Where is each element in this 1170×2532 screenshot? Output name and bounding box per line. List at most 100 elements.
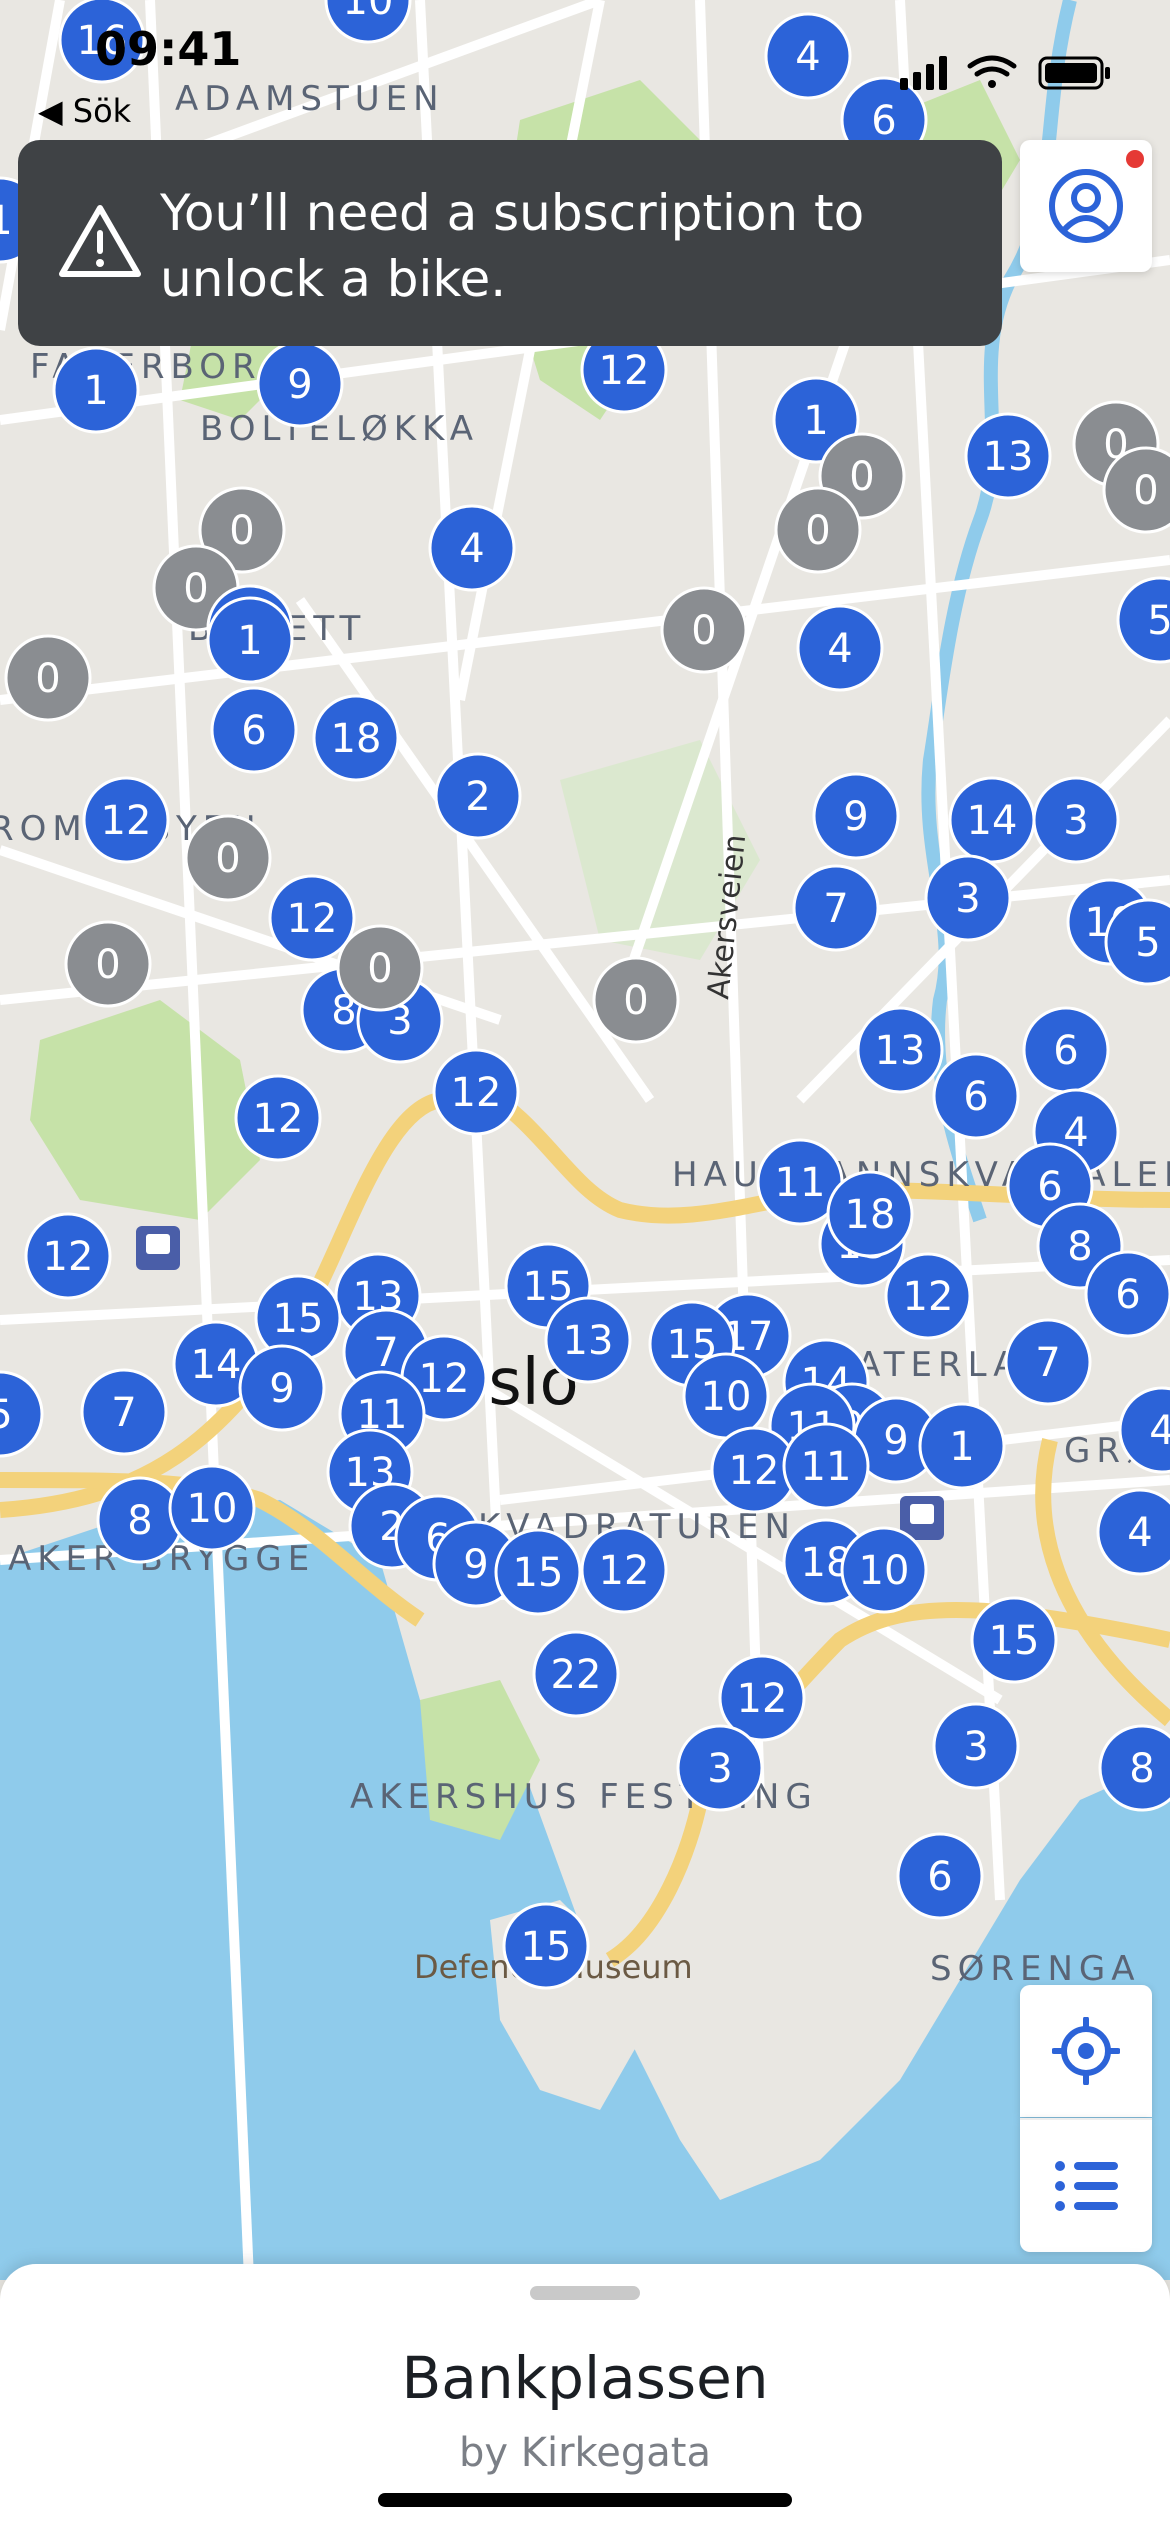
bike-station-marker[interactable]: 12 (234, 1074, 322, 1162)
station-bike-count: 4 (1127, 1510, 1152, 1556)
bike-station-marker[interactable]: 10 (682, 1352, 770, 1440)
signal-icon (900, 56, 947, 90)
bike-station-marker[interactable]: 7 (80, 1368, 168, 1456)
station-bike-count: 6 (1037, 1164, 1062, 1210)
bike-station-marker[interactable]: 12 (580, 1526, 668, 1614)
bike-station-marker[interactable]: 15 (970, 1596, 1058, 1684)
bike-station-marker[interactable]: 18 (312, 694, 400, 782)
bike-station-marker[interactable]: 11 (782, 1422, 870, 1510)
station-bike-count: 14 (967, 798, 1018, 844)
station-bike-count: 1 (83, 368, 108, 414)
station-bike-count: 11 (775, 1160, 826, 1206)
station-bike-count: 8 (127, 1498, 152, 1544)
bike-station-marker[interactable]: 9 (256, 340, 344, 428)
wifi-icon (967, 55, 1017, 88)
bike-station-marker[interactable]: 9 (238, 1344, 326, 1432)
bike-station-marker[interactable]: 4 (1096, 1488, 1170, 1576)
station-bike-count: 22 (551, 1652, 602, 1698)
area-label-bolteloekka: BOLTELØKKA (200, 409, 479, 449)
bike-station-marker[interactable]: 6 (1084, 1250, 1170, 1338)
station-bike-count: 9 (883, 1418, 908, 1464)
empty-station-marker[interactable]: 0 (4, 634, 92, 722)
bike-station-marker[interactable]: 8 (96, 1476, 184, 1564)
list-view-button[interactable] (1020, 2118, 1152, 2252)
bike-station-marker[interactable]: 13 (856, 1006, 944, 1094)
bike-station-marker[interactable]: 10 (168, 1464, 256, 1552)
locate-me-button[interactable] (1020, 1985, 1152, 2117)
station-bike-count: 9 (269, 1366, 294, 1412)
bike-station-marker[interactable]: 22 (532, 1630, 620, 1718)
bike-station-marker[interactable]: 8 (1098, 1724, 1170, 1812)
banner-message: You’ll need a subscription to unlock a b… (160, 184, 865, 308)
station-bike-count: 0 (229, 508, 254, 554)
bike-station-marker[interactable]: 3 (676, 1724, 764, 1812)
station-bike-count: 12 (419, 1356, 470, 1402)
station-bike-count: 10 (187, 1486, 238, 1532)
station-bottom-sheet[interactable]: Bankplassen by Kirkegata (0, 2264, 1170, 2532)
station-bike-count: 7 (111, 1390, 136, 1436)
battery-icon (1038, 56, 1110, 90)
empty-station-marker[interactable]: 0 (660, 586, 748, 674)
profile-button[interactable] (1020, 140, 1152, 272)
station-bike-count: 12 (737, 1676, 788, 1722)
bike-station-marker[interactable]: 12 (24, 1212, 112, 1300)
station-bike-count: 0 (691, 608, 716, 654)
bike-station-marker[interactable]: 1 (52, 346, 140, 434)
bike-station-marker[interactable]: 13 (544, 1296, 632, 1384)
empty-station-marker[interactable]: 0 (184, 814, 272, 902)
bike-station-marker[interactable]: 1 (206, 596, 294, 684)
station-bike-count: 3 (955, 876, 980, 922)
bike-station-marker[interactable]: 12 (884, 1252, 972, 1340)
station-bike-count: 3 (1063, 798, 1088, 844)
bike-station-marker[interactable]: 9 (812, 772, 900, 860)
sheet-drag-handle[interactable] (530, 2286, 640, 2300)
bike-station-marker[interactable]: 4 (796, 604, 884, 692)
bike-station-marker[interactable]: 12 (82, 776, 170, 864)
station-bike-count: 12 (451, 1070, 502, 1116)
bike-station-marker[interactable]: 13 (964, 412, 1052, 500)
station-bike-count: 15 (273, 1296, 324, 1342)
station-bike-count: 0 (849, 454, 874, 500)
station-bike-count: 0 (1133, 468, 1158, 514)
station-bike-count: 12 (287, 896, 338, 942)
city-map[interactable]: ADAMSTUEN FAGERBORG BOLTELØKKA BISLETT H… (0, 0, 1170, 2532)
station-bike-count: 12 (101, 798, 152, 844)
station-bike-count: 6 (927, 1854, 952, 1900)
bike-station-marker[interactable]: 12 (432, 1048, 520, 1136)
station-bike-count: 0 (35, 656, 60, 702)
station-bike-count: 13 (875, 1028, 926, 1074)
bike-station-marker[interactable]: 6 (896, 1832, 984, 1920)
home-indicator (378, 2493, 792, 2507)
station-bike-count: 7 (823, 886, 848, 932)
bike-station-marker[interactable]: 10 (840, 1526, 928, 1614)
bike-station-marker[interactable]: 6 (1022, 1006, 1110, 1094)
empty-station-marker[interactable]: 0 (774, 486, 862, 574)
bike-station-marker[interactable]: 18 (826, 1170, 914, 1258)
empty-station-marker[interactable]: 0 (64, 920, 152, 1008)
bike-station-marker[interactable]: 3 (1032, 776, 1120, 864)
back-to-search-link[interactable]: ◀ Sök (38, 92, 131, 130)
station-bike-count: 8 (1129, 1746, 1154, 1792)
bike-station-marker[interactable]: 3 (932, 1702, 1020, 1790)
bike-station-marker[interactable]: 3 (924, 854, 1012, 942)
station-bike-count: 10 (701, 1374, 752, 1420)
empty-station-marker[interactable]: 0 (592, 956, 680, 1044)
bike-station-marker[interactable]: 15 (494, 1528, 582, 1616)
bike-station-marker[interactable]: 6 (932, 1052, 1020, 1140)
bike-station-marker[interactable]: 7 (1004, 1318, 1092, 1406)
bike-station-marker[interactable]: 7 (792, 864, 880, 952)
bike-station-marker[interactable]: 15 (502, 1902, 590, 1990)
bike-station-marker[interactable]: 12 (268, 874, 356, 962)
status-bar: 09:41 ◀ Sök (0, 0, 1170, 140)
empty-station-marker[interactable]: 0 (336, 924, 424, 1012)
bike-station-marker[interactable]: 1 (918, 1402, 1006, 1490)
status-time: 09:41 (95, 22, 242, 76)
bike-station-marker[interactable]: 4 (428, 504, 516, 592)
bike-station-marker[interactable]: 6 (210, 686, 298, 774)
station-bike-count: 1 (237, 618, 262, 664)
bike-station-marker[interactable]: 2 (434, 752, 522, 840)
station-bike-count: 14 (191, 1342, 242, 1388)
bike-station-marker[interactable]: 14 (948, 776, 1036, 864)
station-bike-count: 12 (599, 1548, 650, 1594)
station-bike-count: 0 (623, 978, 648, 1024)
